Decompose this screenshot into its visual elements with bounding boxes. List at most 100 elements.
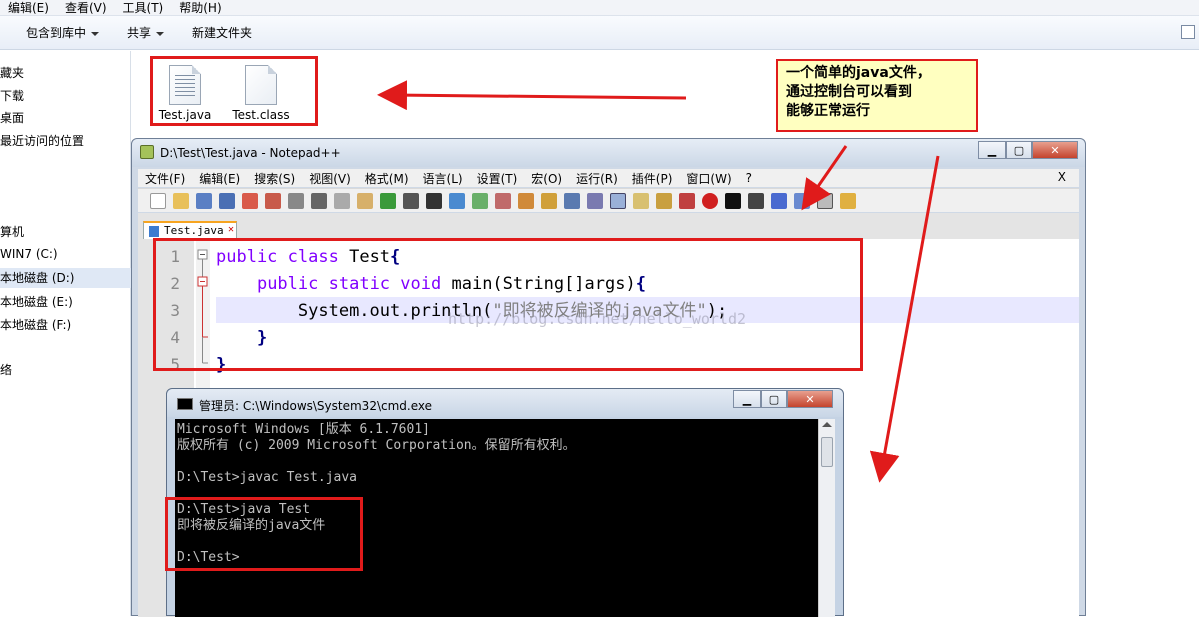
- play-macro-icon[interactable]: [748, 192, 764, 209]
- notepad-title: D:\Test\Test.java - Notepad++: [160, 146, 341, 160]
- console-line: 版权所有 (c) 2009 Microsoft Corporation。保留所有…: [177, 438, 576, 453]
- copy-icon[interactable]: [334, 192, 350, 209]
- close-button[interactable]: ✕: [1032, 141, 1078, 159]
- undo-icon[interactable]: [380, 192, 396, 209]
- paste-icon[interactable]: [357, 192, 373, 209]
- scroll-up-icon[interactable]: [822, 422, 832, 427]
- explorer-right-area: [1086, 138, 1199, 616]
- find-icon[interactable]: [426, 192, 442, 209]
- file-test-java[interactable]: Test.java: [155, 65, 215, 122]
- word-wrap-icon[interactable]: [564, 192, 580, 209]
- notepad-titlebar: D:\Test\Test.java - Notepad++ ▁ ▢ ✕: [132, 139, 1085, 167]
- cmd-title: 管理员: C:\Windows\System32\cmd.exe: [199, 399, 432, 413]
- tab-test-java[interactable]: Test.java ✕: [143, 221, 237, 239]
- menu-window[interactable]: 窗口(W): [679, 170, 738, 187]
- menu-view[interactable]: 查看(V): [57, 0, 115, 16]
- show-all-chars-icon[interactable]: [587, 192, 603, 209]
- chevron-down-icon: [156, 31, 165, 36]
- nav-item[interactable]: 络: [0, 361, 12, 378]
- zoom-in-icon[interactable]: [472, 192, 488, 209]
- notepad-toolbar: [138, 188, 1079, 212]
- include-library-button[interactable]: 包含到库中: [0, 24, 113, 41]
- close-document-button[interactable]: X: [1051, 170, 1073, 184]
- nav-item[interactable]: 桌面: [0, 109, 24, 126]
- folder-workspace-icon[interactable]: [679, 192, 695, 209]
- save-macro-icon[interactable]: [794, 192, 810, 209]
- menu-format[interactable]: 格式(M): [358, 170, 416, 187]
- stop-macro-icon[interactable]: [725, 192, 741, 209]
- indent-guide-icon[interactable]: [610, 192, 626, 209]
- print-icon[interactable]: [288, 192, 304, 209]
- menu-plugins[interactable]: 插件(P): [625, 170, 680, 187]
- java-file-icon: [169, 65, 201, 105]
- open-file-icon[interactable]: [173, 192, 189, 209]
- redo-icon[interactable]: [403, 192, 419, 209]
- annotation-note: 一个简单的java文件， 通过控制台可以看到 能够正常运行: [776, 59, 978, 132]
- annotation-line: 通过控制台可以看到: [786, 84, 912, 100]
- chevron-down-icon: [91, 31, 100, 36]
- save-all-icon[interactable]: [219, 192, 235, 209]
- new-folder-button[interactable]: 新建文件夹: [178, 24, 266, 41]
- nav-item-selected[interactable]: 本地磁盘 (D:): [0, 268, 131, 288]
- notepad-menubar: 文件(F) 编辑(E) 搜索(S) 视图(V) 格式(M) 语言(L) 设置(T…: [138, 169, 1079, 187]
- scroll-thumb[interactable]: [821, 437, 833, 467]
- share-button[interactable]: 共享: [113, 24, 178, 41]
- nav-item[interactable]: 本地磁盘 (F:): [0, 316, 71, 333]
- close-button[interactable]: ✕: [787, 390, 833, 408]
- cmd-titlebar: 管理员: C:\Windows\System32\cmd.exe ▁ ▢ ✕: [167, 389, 843, 417]
- sync-horizontal-icon[interactable]: [541, 192, 557, 209]
- menu-settings[interactable]: 设置(T): [470, 170, 525, 187]
- console-scrollbar[interactable]: [818, 419, 835, 617]
- console-line: D:\Test>javac Test.java: [177, 470, 358, 485]
- nav-item[interactable]: WIN7 (C:): [0, 247, 58, 261]
- files-highlight-box: Test.java Test.class: [150, 56, 318, 126]
- nav-item[interactable]: 算机: [0, 223, 24, 240]
- nav-item[interactable]: 藏夹: [0, 64, 24, 81]
- menu-help[interactable]: ?: [739, 171, 759, 185]
- minimize-button[interactable]: ▁: [733, 390, 761, 408]
- doc-map-icon[interactable]: [633, 192, 649, 209]
- menu-tools[interactable]: 工具(T): [115, 0, 172, 16]
- file-test-class[interactable]: Test.class: [231, 65, 291, 122]
- navigation-pane: 藏夹 下载 桌面 最近访问的位置 算机 WIN7 (C:) 本地磁盘 (D:) …: [0, 51, 131, 616]
- maximize-button[interactable]: ▢: [761, 390, 787, 408]
- view-options-icon[interactable]: [1181, 25, 1195, 39]
- maximize-button[interactable]: ▢: [1006, 141, 1032, 159]
- close-all-icon[interactable]: [265, 192, 281, 209]
- new-file-icon[interactable]: [150, 192, 166, 209]
- cut-icon[interactable]: [311, 192, 327, 209]
- record-macro-icon[interactable]: [702, 192, 718, 209]
- nav-item[interactable]: 下载: [0, 87, 24, 104]
- sync-vertical-icon[interactable]: [518, 192, 534, 209]
- function-list-icon[interactable]: [656, 192, 672, 209]
- class-file-icon: [245, 65, 277, 105]
- close-file-icon[interactable]: [242, 192, 258, 209]
- menu-language[interactable]: 语言(L): [416, 170, 470, 187]
- replace-icon[interactable]: [449, 192, 465, 209]
- menu-edit[interactable]: 编辑(E): [192, 170, 247, 187]
- menu-edit[interactable]: 编辑(E): [0, 0, 57, 16]
- notepad-tabbar: Test.java ✕: [138, 213, 1079, 239]
- nav-item[interactable]: 本地磁盘 (E:): [0, 293, 73, 310]
- menu-file[interactable]: 文件(F): [138, 170, 192, 187]
- tab-close-icon[interactable]: ✕: [228, 224, 234, 235]
- notepad-app-icon: [140, 145, 154, 159]
- file-name: Test.class: [232, 108, 290, 122]
- cmd-app-icon: [177, 398, 193, 410]
- plugin-icon[interactable]: [840, 192, 856, 209]
- menu-search[interactable]: 搜索(S): [247, 170, 302, 187]
- menu-run[interactable]: 运行(R): [569, 170, 625, 187]
- menu-macro[interactable]: 宏(O): [524, 170, 569, 187]
- save-icon[interactable]: [196, 192, 212, 209]
- annotation-line: 一个简单的java文件，: [786, 65, 931, 81]
- console-line: Microsoft Windows [版本 6.1.7601]: [177, 422, 430, 437]
- zoom-out-icon[interactable]: [495, 192, 511, 209]
- menu-help[interactable]: 帮助(H): [171, 0, 229, 16]
- menu-view[interactable]: 视图(V): [302, 170, 358, 187]
- minimize-button[interactable]: ▁: [978, 141, 1006, 159]
- run-macro-multiple-icon[interactable]: [771, 192, 787, 209]
- output-highlight-box: [165, 497, 363, 571]
- ds-plugin-icon[interactable]: [817, 192, 833, 209]
- share-label: 共享: [127, 26, 152, 40]
- nav-item[interactable]: 最近访问的位置: [0, 132, 84, 149]
